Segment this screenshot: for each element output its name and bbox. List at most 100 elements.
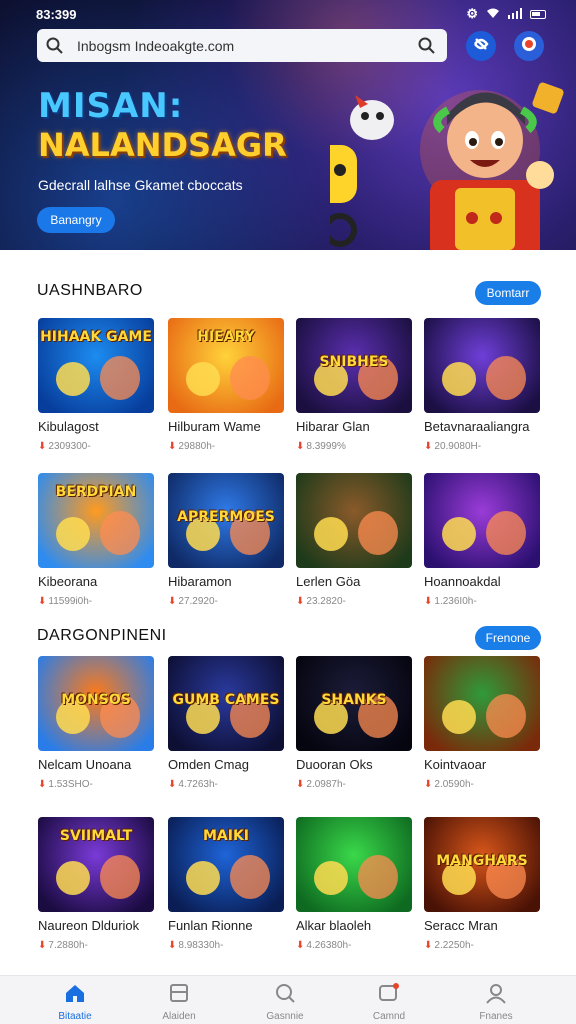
game-tile[interactable]: SHANKS (296, 656, 412, 751)
game-tile[interactable] (296, 817, 412, 912)
download-count: 27.2920- (178, 596, 218, 607)
game-title[interactable]: Hilburam Wame (168, 419, 261, 434)
game-title[interactable]: Seracc Mran (424, 918, 498, 933)
game-tile[interactable]: BERDPIAN (38, 473, 154, 568)
character-art (442, 700, 476, 734)
game-tile[interactable]: MAIKI (168, 817, 284, 912)
character-art (314, 517, 348, 551)
shortcut-button[interactable] (466, 31, 496, 61)
download-icon: ⬇ (296, 779, 305, 790)
game-title[interactable]: Duooran Oks (296, 757, 373, 772)
game-art-title: MONSOS (61, 692, 131, 709)
game-downloads: ⬇ 20.9080H- (424, 441, 481, 452)
game-title[interactable]: Kibulagost (38, 419, 99, 434)
download-icon: ⬇ (168, 940, 177, 951)
character-art (100, 511, 140, 555)
game-title[interactable]: Hoannoakdal (424, 574, 501, 589)
hero-title-line2: NALANDSAGR (38, 126, 287, 164)
game-title[interactable]: Kibeorana (38, 574, 97, 589)
hero-mascot-illustration (330, 82, 564, 250)
character-art (358, 511, 398, 555)
hero-banner[interactable]: 83:399 ⚙ Inbogsm Indeoakgte.com MISAN: N… (0, 0, 576, 250)
game-title[interactable]: Hibarar Glan (296, 419, 370, 434)
game-title[interactable]: Nelcam Unoana (38, 757, 131, 772)
game-tile[interactable] (424, 473, 540, 568)
game-title[interactable]: Omden Cmag (168, 757, 249, 772)
character-art (230, 356, 270, 400)
character-art (442, 517, 476, 551)
download-count: 2.0987h- (306, 779, 346, 790)
swirl-icon (472, 35, 490, 57)
game-title[interactable]: Naureon Dlduriok (38, 918, 139, 933)
search-icon (276, 984, 295, 1003)
nav-item-profile[interactable]: Fnanes (456, 982, 536, 1022)
game-title[interactable]: Betavnaraaliangra (424, 419, 530, 434)
game-downloads: ⬇ 1.53SHO- (38, 779, 93, 790)
game-title[interactable]: Hibaramon (168, 574, 232, 589)
download-icon: ⬇ (424, 940, 433, 951)
download-icon: ⬇ (38, 596, 47, 607)
game-title[interactable]: Kointvaoar (424, 757, 486, 772)
game-tile[interactable]: SVIIMALT (38, 817, 154, 912)
section-more-button[interactable]: Frenone (475, 626, 541, 650)
game-tile[interactable]: HIHAAK GAME (38, 318, 154, 413)
nav-item-messages[interactable]: Camnd (349, 982, 429, 1022)
nav-item-library[interactable]: Alaiden (139, 982, 219, 1022)
messages-icon (379, 983, 399, 1001)
nav-label: Gasnnie (266, 1011, 304, 1022)
character-art (314, 861, 348, 895)
battery-icon (530, 9, 546, 19)
nav-label: Camnd (372, 1011, 406, 1022)
game-downloads: ⬇ 29880h- (168, 441, 215, 452)
search-submit-icon[interactable] (418, 37, 435, 59)
section-more-button[interactable]: Bomtarr (475, 281, 541, 305)
game-title[interactable]: Lerlen Göa (296, 574, 360, 589)
character-art (486, 356, 526, 400)
game-tile[interactable]: APRERMOES (168, 473, 284, 568)
status-bar: 83:399 ⚙ (0, 0, 576, 30)
game-title[interactable]: Funlan Rionne (168, 918, 253, 933)
nav-label: Fnanes (479, 1011, 513, 1022)
download-count: 4.7263h- (178, 779, 218, 790)
game-art-title: SHANKS (321, 692, 387, 709)
download-icon: ⬇ (168, 441, 177, 452)
download-icon: ⬇ (296, 596, 305, 607)
nav-item-search[interactable]: Gasnnie (245, 982, 325, 1022)
search-icon (46, 37, 63, 59)
download-count: 20.9080H- (434, 441, 482, 452)
download-count: 4.26380h- (306, 940, 352, 951)
download-icon: ⬇ (168, 596, 177, 607)
account-button[interactable] (514, 31, 544, 61)
game-tile[interactable]: GUMB CAMES (168, 656, 284, 751)
download-icon: ⬇ (424, 441, 433, 452)
section-title: DARGONPINENI (37, 627, 167, 644)
library-icon (170, 984, 188, 1002)
search-bar[interactable]: Inbogsm Indeoakgte.com (37, 29, 447, 62)
game-art-title: SVIIMALT (59, 828, 133, 845)
game-tile[interactable]: MONSOS (38, 656, 154, 751)
download-count: 11599i0h- (48, 596, 93, 607)
bottom-navigation: Bitaatie Alaiden Gasnnie Camnd Fnanes (0, 975, 576, 1024)
game-tile[interactable] (296, 473, 412, 568)
search-input[interactable]: Inbogsm Indeoakgte.com (77, 38, 234, 54)
download-count: 1.53SHO- (48, 779, 93, 790)
game-downloads: ⬇ 4.26380h- (296, 940, 351, 951)
hero-cta-button[interactable]: Banangry (37, 207, 115, 233)
character-art (186, 362, 220, 396)
game-art-title: GUMB CAMES (172, 692, 280, 709)
character-art (56, 517, 90, 551)
game-tile[interactable]: HIEARY (168, 318, 284, 413)
game-tile[interactable]: SNIBHES (296, 318, 412, 413)
character-art (100, 855, 140, 899)
game-art-title: APRERMOES (177, 509, 275, 526)
game-tile[interactable] (424, 656, 540, 751)
game-tile[interactable]: MANGHARS (424, 817, 540, 912)
game-tile[interactable] (424, 318, 540, 413)
nav-item-home[interactable]: Bitaatie (35, 982, 115, 1022)
download-count: 7.2880h- (48, 940, 88, 951)
download-icon: ⬇ (168, 779, 177, 790)
download-count: 2309300- (48, 441, 91, 452)
badge-icon (520, 35, 538, 57)
character-art (56, 362, 90, 396)
game-title[interactable]: Alkar blaoleh (296, 918, 371, 933)
